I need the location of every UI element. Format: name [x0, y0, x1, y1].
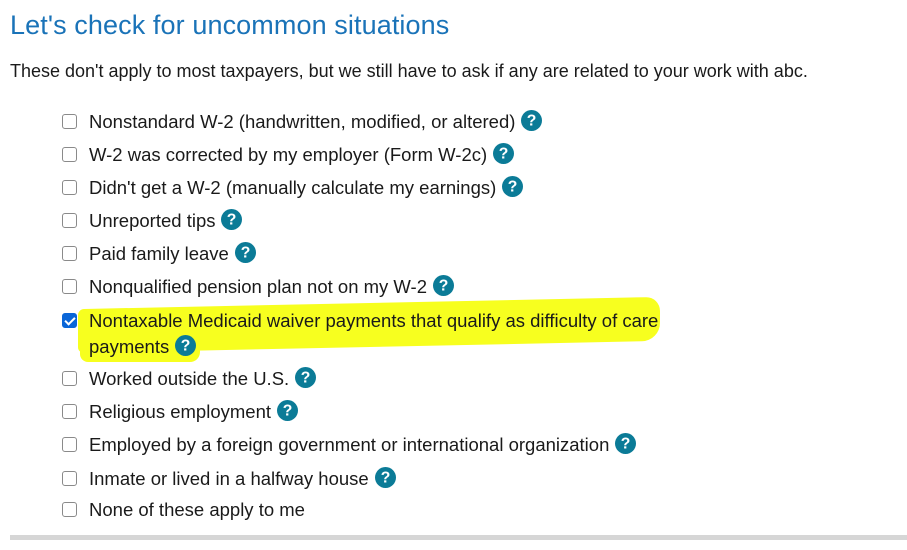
question-circle-icon[interactable]: ?	[615, 433, 637, 454]
option-label: Religious employment	[89, 401, 272, 422]
option-nonqualified-pension[interactable]: Nonqualified pension plan not on my W-2?	[62, 274, 455, 300]
checkbox[interactable]	[62, 147, 77, 162]
question-circle-icon[interactable]: ?	[374, 467, 396, 488]
option-label: Didn't get a W-2 (manually calculate my …	[89, 177, 497, 198]
svg-text:?: ?	[439, 278, 449, 295]
question-circle-icon[interactable]: ?	[521, 110, 543, 131]
option-foreign-government[interactable]: Employed by a foreign government or inte…	[62, 432, 637, 458]
option-label-line1: Nontaxable Medicaid waiver payments that…	[89, 310, 659, 331]
checkbox[interactable]	[62, 114, 77, 129]
svg-text:?: ?	[621, 436, 631, 453]
option-label: W-2 was corrected by my employer (Form W…	[89, 144, 488, 165]
svg-text:?: ?	[508, 179, 518, 196]
checkbox[interactable]	[62, 180, 77, 195]
question-circle-icon[interactable]: ?	[295, 367, 317, 388]
option-nonstandard-w2[interactable]: Nonstandard W-2 (handwritten, modified, …	[62, 109, 543, 135]
uncommon-situations-page: Let's check for uncommon situations Thes…	[0, 0, 907, 550]
option-inmate-halfway-house[interactable]: Inmate or lived in a halfway house?	[62, 466, 396, 492]
checkbox-checked[interactable]	[62, 313, 77, 328]
option-label: Nonqualified pension plan not on my W-2	[89, 276, 428, 297]
question-circle-icon[interactable]: ?	[502, 176, 524, 197]
option-religious-employment[interactable]: Religious employment?	[62, 399, 299, 425]
svg-text:?: ?	[301, 370, 311, 387]
checkbox[interactable]	[62, 371, 77, 386]
option-label: None of these apply to me	[89, 499, 305, 520]
checkbox[interactable]	[62, 437, 77, 452]
checkbox[interactable]	[62, 404, 77, 419]
option-worked-outside-us[interactable]: Worked outside the U.S.?	[62, 366, 317, 392]
checkbox[interactable]	[62, 471, 77, 486]
question-circle-icon[interactable]: ?	[493, 143, 515, 164]
option-label: Inmate or lived in a halfway house	[89, 468, 369, 489]
svg-text:?: ?	[241, 245, 251, 262]
question-circle-icon[interactable]: ?	[234, 242, 256, 263]
option-none-apply[interactable]: None of these apply to me	[62, 497, 305, 523]
checkbox[interactable]	[62, 502, 77, 517]
option-label: Unreported tips	[89, 210, 216, 231]
bottom-divider	[10, 535, 907, 540]
option-label: Nonstandard W-2 (handwritten, modified, …	[89, 111, 516, 132]
svg-text:?: ?	[227, 212, 237, 229]
option-label: Worked outside the U.S.	[89, 368, 290, 389]
checkbox[interactable]	[62, 246, 77, 261]
checkbox[interactable]	[62, 279, 77, 294]
page-subtitle: These don't apply to most taxpayers, but…	[10, 61, 808, 81]
option-unreported-tips[interactable]: Unreported tips?	[62, 208, 243, 234]
question-circle-icon[interactable]: ?	[221, 209, 243, 230]
svg-text:?: ?	[380, 470, 390, 487]
option-w2-corrected[interactable]: W-2 was corrected by my employer (Form W…	[62, 142, 515, 168]
question-circle-icon[interactable]: ?	[277, 400, 299, 421]
svg-text:?: ?	[283, 403, 293, 420]
question-circle-icon[interactable]: ?	[175, 335, 197, 356]
option-label-line2: payments	[89, 336, 170, 357]
svg-text:?: ?	[527, 113, 537, 130]
option-no-w2[interactable]: Didn't get a W-2 (manually calculate my …	[62, 175, 524, 201]
page-title: Let's check for uncommon situations	[10, 10, 450, 40]
option-label: Paid family leave	[89, 243, 229, 264]
checkbox[interactable]	[62, 213, 77, 228]
question-circle-icon[interactable]: ?	[433, 275, 455, 296]
svg-text:?: ?	[499, 146, 509, 163]
option-paid-family-leave[interactable]: Paid family leave?	[62, 241, 256, 267]
option-label: Employed by a foreign government or inte…	[89, 434, 610, 455]
svg-text:?: ?	[181, 338, 191, 355]
option-medicaid-waiver[interactable]: Nontaxable Medicaid waiver payments that…	[62, 308, 658, 360]
